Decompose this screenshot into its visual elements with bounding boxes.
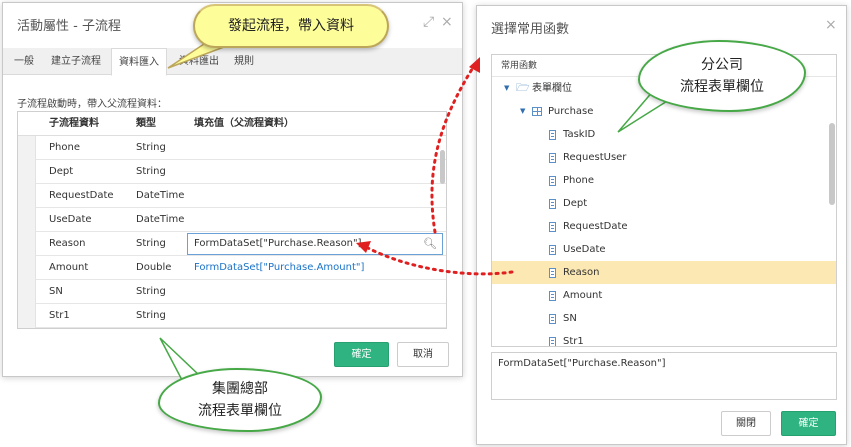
callout-text: 發起流程，帶入資料 — [228, 18, 354, 34]
callout-text-line2: 流程表單欄位 — [198, 403, 282, 419]
callout-text-line2: 流程表單欄位 — [680, 79, 764, 95]
callout-text-line1: 分公司 — [701, 57, 743, 73]
arrow-to-input — [364, 245, 514, 276]
callout-hq-form-fields: 集團總部 流程表單欄位 — [158, 368, 322, 432]
callout-branch-form-fields: 分公司 流程表單欄位 — [638, 40, 806, 112]
callout-text-line1: 集團總部 — [212, 381, 268, 397]
callout-start-flow: 發起流程，帶入資料 — [193, 4, 389, 48]
arrow-to-tree — [430, 64, 476, 234]
